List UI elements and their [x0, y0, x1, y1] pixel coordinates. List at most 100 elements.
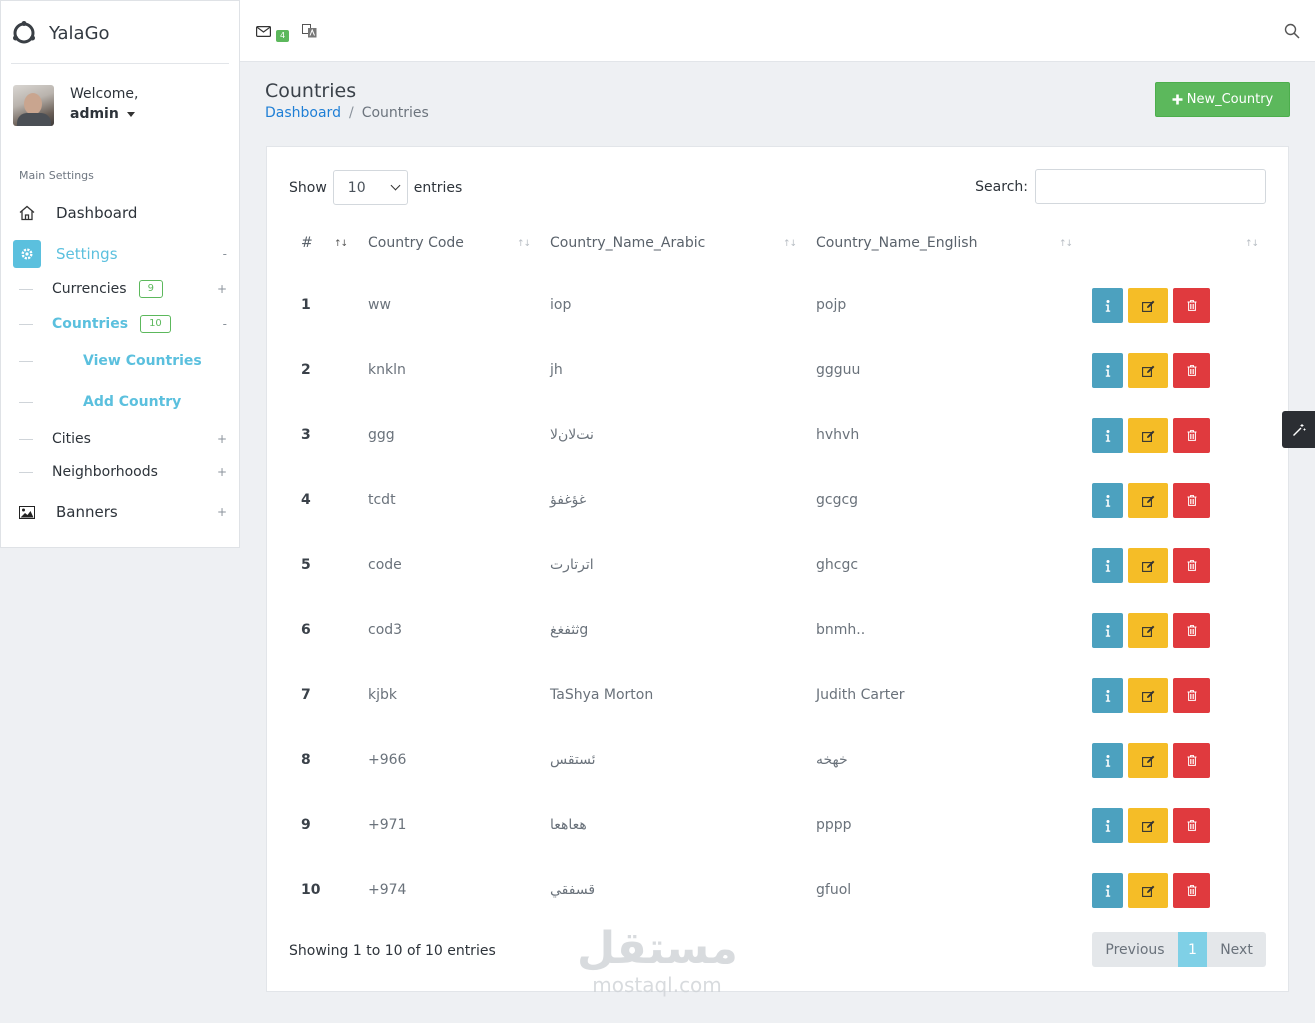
sidebar-item-label: Cities	[52, 431, 91, 447]
delete-button[interactable]	[1173, 483, 1210, 518]
edit-icon	[1141, 365, 1154, 377]
expand-toggle[interactable]: +	[217, 282, 227, 296]
mail-button[interactable]: 4	[254, 22, 290, 42]
row-index: 3	[301, 427, 311, 443]
view-button[interactable]	[1092, 613, 1123, 648]
expand-toggle[interactable]: +	[217, 505, 227, 519]
view-button[interactable]	[1092, 743, 1123, 778]
edit-button[interactable]	[1128, 418, 1168, 453]
user-menu-toggle[interactable]: admin	[70, 103, 139, 125]
edit-button[interactable]	[1128, 548, 1168, 583]
breadcrumb-home-link[interactable]: Dashboard	[265, 105, 341, 121]
sidebar-item-neighborhoods[interactable]: Neighborhoods +	[19, 464, 229, 480]
info-icon	[1105, 754, 1110, 767]
edit-button[interactable]	[1128, 678, 1168, 713]
sidebar-item-label: Currencies	[52, 281, 127, 297]
sidebar-item-banners[interactable]: Banners +	[13, 498, 229, 526]
edit-icon	[1141, 625, 1154, 637]
page-button-1[interactable]: 1	[1178, 932, 1207, 967]
country-code-cell: +971	[368, 817, 407, 833]
row-index: 9	[301, 817, 311, 833]
country-name-english-cell: hvhvh	[816, 427, 860, 443]
home-icon	[13, 199, 41, 227]
trash-icon	[1187, 690, 1196, 701]
delete-button[interactable]	[1173, 288, 1210, 323]
info-icon	[1105, 884, 1110, 897]
view-button[interactable]	[1092, 808, 1123, 843]
search-button[interactable]	[1283, 22, 1301, 40]
count-badge: 10	[140, 315, 171, 333]
next-page-button[interactable]: Next	[1207, 932, 1266, 967]
column-header-index[interactable]: #	[301, 235, 313, 251]
column-header-country-code[interactable]: Country Code	[368, 235, 464, 251]
edit-button[interactable]	[1128, 743, 1168, 778]
sort-icon: ↑↓	[517, 239, 531, 249]
delete-button[interactable]	[1173, 808, 1210, 843]
language-button[interactable]	[300, 22, 318, 40]
customizer-toggle[interactable]	[1282, 411, 1315, 448]
collapse-toggle[interactable]: -	[223, 247, 227, 261]
delete-button[interactable]	[1173, 873, 1210, 908]
column-header-country-name-arabic[interactable]: Country_Name_Arabic	[550, 235, 705, 251]
edit-button[interactable]	[1128, 808, 1168, 843]
new-country-button[interactable]: New_Country	[1155, 82, 1290, 117]
expand-toggle[interactable]: +	[217, 432, 227, 446]
entries-select[interactable]: 10	[332, 170, 408, 205]
row-index: 6	[301, 622, 311, 638]
breadcrumb: Dashboard / Countries	[265, 105, 429, 121]
sidebar-item-add-country[interactable]: Add Country	[19, 394, 181, 410]
mail-icon	[255, 25, 271, 37]
country-name-arabic-cell: jh	[550, 362, 563, 378]
delete-button[interactable]	[1173, 743, 1210, 778]
edit-icon	[1141, 820, 1154, 832]
country-name-arabic-cell: iop	[550, 297, 572, 313]
country-code-cell: ww	[368, 297, 391, 313]
country-code-cell: code	[368, 557, 402, 573]
edit-button[interactable]	[1128, 483, 1168, 518]
view-button[interactable]	[1092, 288, 1123, 323]
info-icon	[1105, 494, 1110, 507]
trash-icon	[1187, 820, 1196, 831]
sidebar-item-settings[interactable]: Settings -	[13, 240, 229, 268]
search-icon	[1284, 23, 1300, 39]
view-button[interactable]	[1092, 483, 1123, 518]
brand[interactable]: YalaGo	[11, 17, 110, 49]
gear-icon	[13, 240, 41, 268]
expand-toggle[interactable]: +	[217, 465, 227, 479]
view-button[interactable]	[1092, 353, 1123, 388]
edit-icon	[1141, 755, 1154, 767]
country-code-cell: ggg	[368, 427, 395, 443]
edit-button[interactable]	[1128, 873, 1168, 908]
sidebar-item-countries[interactable]: Countries 10 -	[19, 315, 229, 333]
edit-icon	[1141, 430, 1154, 442]
view-button[interactable]	[1092, 548, 1123, 583]
table-row: 6 cod3 ثثفغغg bnmh..	[289, 598, 1266, 663]
edit-button[interactable]	[1128, 613, 1168, 648]
column-header-country-name-english[interactable]: Country_Name_English	[816, 235, 977, 251]
view-button[interactable]	[1092, 678, 1123, 713]
edit-button[interactable]	[1128, 288, 1168, 323]
delete-button[interactable]	[1173, 613, 1210, 648]
sidebar-item-cities[interactable]: Cities +	[19, 431, 229, 447]
collapse-toggle[interactable]: -	[223, 317, 227, 331]
view-button[interactable]	[1092, 418, 1123, 453]
delete-button[interactable]	[1173, 678, 1210, 713]
view-button[interactable]	[1092, 873, 1123, 908]
trash-icon	[1187, 560, 1196, 571]
row-actions	[1092, 678, 1210, 713]
magic-wand-icon	[1292, 423, 1305, 436]
sidebar-item-view-countries[interactable]: View Countries	[19, 353, 202, 369]
search-input[interactable]	[1035, 169, 1266, 204]
sidebar-item-currencies[interactable]: Currencies 9 +	[19, 280, 229, 298]
previous-page-button[interactable]: Previous	[1092, 932, 1178, 967]
table-row: 2 knkln jh ggguu	[289, 338, 1266, 403]
delete-button[interactable]	[1173, 418, 1210, 453]
country-name-arabic-cell: اترتارت	[550, 557, 594, 573]
edit-button[interactable]	[1128, 353, 1168, 388]
page-title: Countries	[265, 80, 357, 102]
sidebar-item-label: Countries	[52, 316, 129, 332]
sidebar-item-label: View Countries	[83, 353, 202, 369]
delete-button[interactable]	[1173, 548, 1210, 583]
sidebar-item-dashboard[interactable]: Dashboard	[13, 199, 229, 227]
delete-button[interactable]	[1173, 353, 1210, 388]
